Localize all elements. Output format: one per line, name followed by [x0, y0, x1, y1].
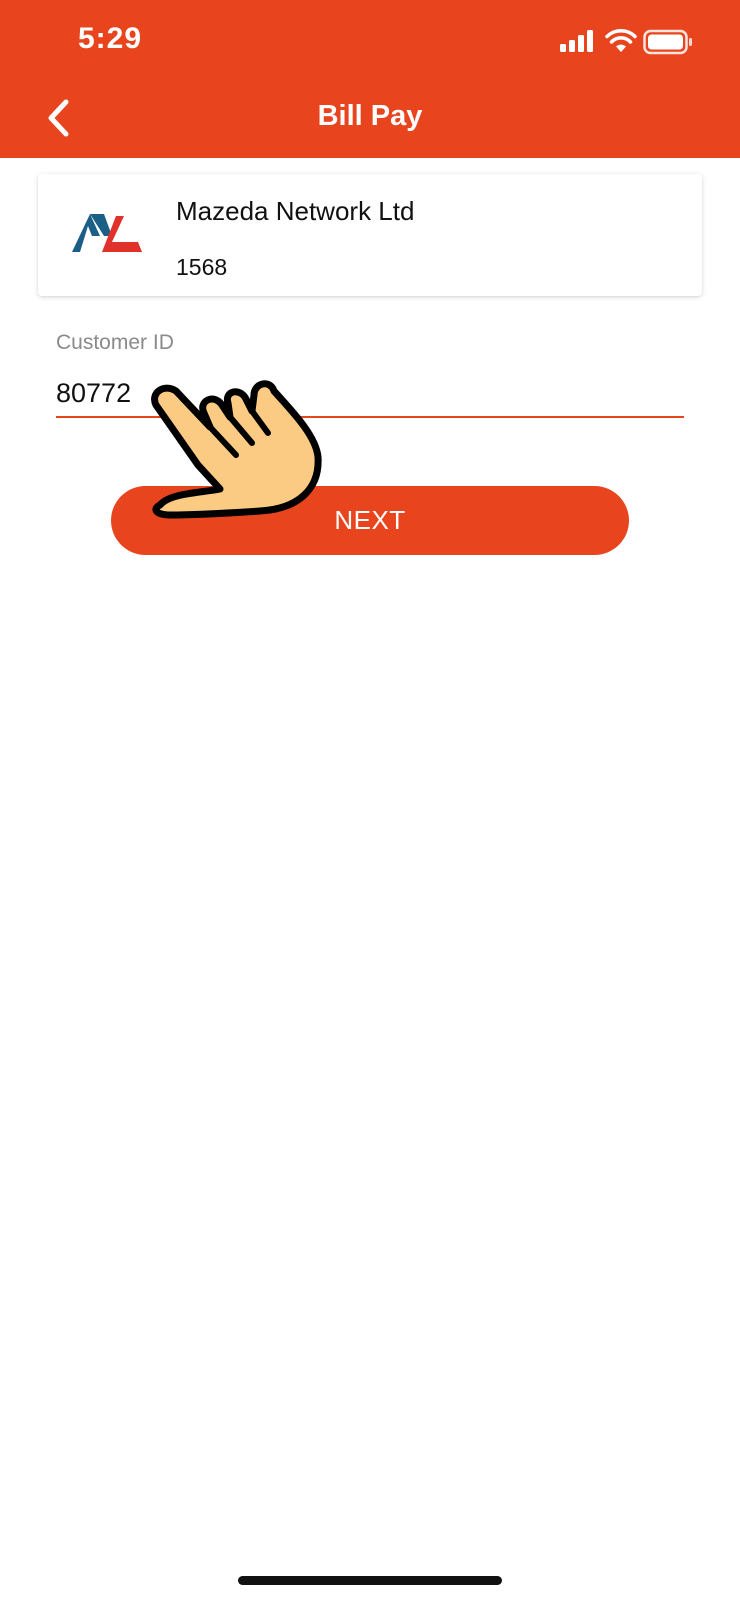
page-title: Bill Pay: [317, 100, 423, 132]
mazeda-logo-icon: [72, 214, 142, 252]
customer-id-label: Customer ID: [56, 331, 174, 354]
status-time: 5:29: [78, 22, 143, 55]
battery-icon: [643, 29, 692, 55]
app-header: 5:29 Bill Pay: [0, 0, 740, 158]
wifi-icon: [605, 29, 637, 52]
biller-code: 1568: [176, 254, 228, 280]
next-button[interactable]: NEXT: [111, 486, 629, 555]
biller-name: Mazeda Network Ltd: [176, 196, 415, 226]
customer-id-input[interactable]: [56, 370, 684, 418]
biller-card: Mazeda Network Ltd 1568: [38, 174, 702, 296]
home-indicator: [238, 1576, 502, 1585]
cellular-signal-icon: [560, 30, 593, 52]
